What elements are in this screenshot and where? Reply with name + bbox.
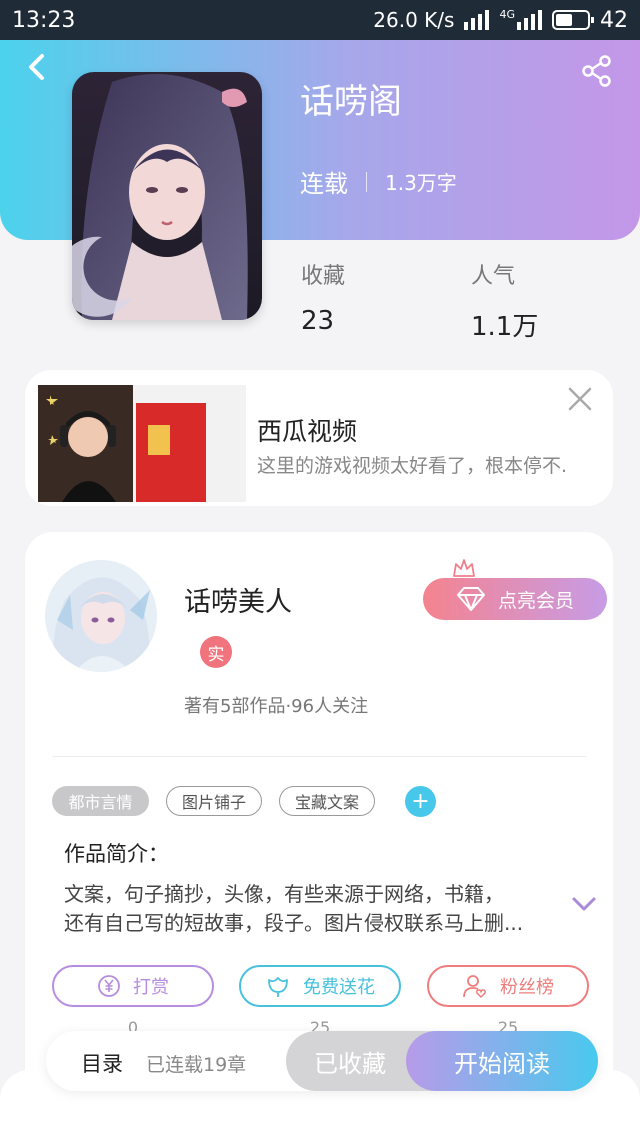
book-cover[interactable] bbox=[72, 72, 262, 320]
author-avatar-illustration bbox=[45, 560, 157, 672]
chapter-count[interactable]: 已连载19章 bbox=[146, 1050, 246, 1077]
book-word-count: 1.3万字 bbox=[385, 171, 457, 195]
status-time: 13:23 bbox=[12, 7, 76, 33]
vip-button[interactable]: 点亮会员 bbox=[423, 578, 607, 620]
intro-text: 文案，句子摘抄，头像，有些来源于网络，书籍， 还有自己写的短故事，段子。图片侵权… bbox=[64, 880, 564, 938]
cell-signal-icon bbox=[517, 10, 542, 30]
favorites-label: 收藏 bbox=[301, 264, 346, 289]
book-title: 话唠阁 bbox=[300, 82, 402, 122]
book-status: 连载 bbox=[300, 170, 348, 198]
fan-ranking-label: 粉丝榜 bbox=[500, 977, 554, 998]
wifi-signal-icon bbox=[464, 10, 490, 30]
collected-label: 已收藏 bbox=[314, 1049, 386, 1078]
author-stats: 著有5部作品·96人关注 bbox=[184, 696, 369, 717]
back-button[interactable] bbox=[22, 52, 52, 82]
network-speed: 26.0 K/s bbox=[373, 8, 455, 32]
close-icon bbox=[568, 387, 592, 411]
network-type: 4G bbox=[499, 7, 515, 21]
ad-description: 这里的游戏视频太好看了，根本停不. bbox=[257, 455, 568, 477]
meta-divider bbox=[366, 171, 367, 192]
flower-icon bbox=[268, 977, 288, 997]
battery-icon bbox=[552, 10, 594, 30]
author-avatar[interactable] bbox=[45, 560, 157, 672]
popularity-label: 人气 bbox=[471, 264, 516, 289]
intro-line: 还有自己写的短故事，段子。图片侵权联系马上删... bbox=[64, 911, 524, 935]
ad-title: 西瓜视频 bbox=[257, 417, 358, 446]
author-name[interactable]: 话唠美人 bbox=[184, 580, 292, 619]
status-bar: 13:23 26.0 K/s 4G 42 bbox=[0, 0, 640, 40]
card-divider bbox=[52, 756, 586, 757]
start-reading-label: 开始阅读 bbox=[454, 1049, 550, 1078]
tag-2[interactable]: 宝藏文案 bbox=[279, 786, 375, 816]
favorites-stat: 收藏 23 bbox=[301, 258, 345, 336]
yen-coin-icon bbox=[98, 975, 120, 997]
share-icon bbox=[582, 55, 611, 87]
intro-line: 文案，句子摘抄，头像，有些来源于网络，书籍， bbox=[64, 882, 504, 906]
ad-banner[interactable]: 西瓜视频 这里的游戏视频太好看了，根本停不. bbox=[25, 370, 613, 506]
fan-user-icon bbox=[463, 975, 486, 999]
book-meta: 连载 1.3万字 bbox=[300, 164, 457, 199]
send-flower-button[interactable]: 免费送花 bbox=[239, 965, 401, 1007]
popularity-stat: 人气 1.1万 bbox=[471, 258, 538, 343]
back-arrow-icon bbox=[29, 54, 44, 80]
book-cover-illustration bbox=[72, 72, 262, 320]
vip-button-label: 点亮会员 bbox=[497, 589, 574, 612]
fan-ranking-button[interactable]: 粉丝榜 bbox=[427, 965, 589, 1007]
ad-thumbnail bbox=[38, 385, 246, 502]
toc-button[interactable]: 目录 bbox=[81, 1048, 123, 1078]
tag-0[interactable]: 都市言情 bbox=[52, 786, 149, 816]
tag-1[interactable]: 图片铺子 bbox=[166, 786, 262, 816]
verified-badge: 实 bbox=[200, 636, 232, 668]
intro-label: 作品简介： bbox=[64, 842, 169, 866]
start-reading-button[interactable]: 开始阅读 bbox=[406, 1031, 598, 1091]
send-flower-label: 免费送花 bbox=[303, 977, 375, 998]
battery-level: 42 bbox=[600, 7, 628, 33]
tip-button[interactable]: 打赏 bbox=[52, 965, 214, 1007]
share-button[interactable] bbox=[580, 54, 614, 88]
ad-close-button[interactable] bbox=[565, 384, 595, 414]
popularity-value: 1.1万 bbox=[471, 312, 539, 342]
tip-label: 打赏 bbox=[133, 977, 169, 998]
plus-icon: + bbox=[411, 789, 430, 814]
diamond-icon bbox=[456, 587, 485, 611]
favorites-value: 23 bbox=[301, 306, 335, 336]
chevron-down-icon bbox=[572, 897, 596, 911]
crown-icon bbox=[453, 559, 475, 577]
add-tag-button[interactable]: + bbox=[405, 786, 436, 817]
expand-intro-button[interactable] bbox=[570, 894, 598, 914]
